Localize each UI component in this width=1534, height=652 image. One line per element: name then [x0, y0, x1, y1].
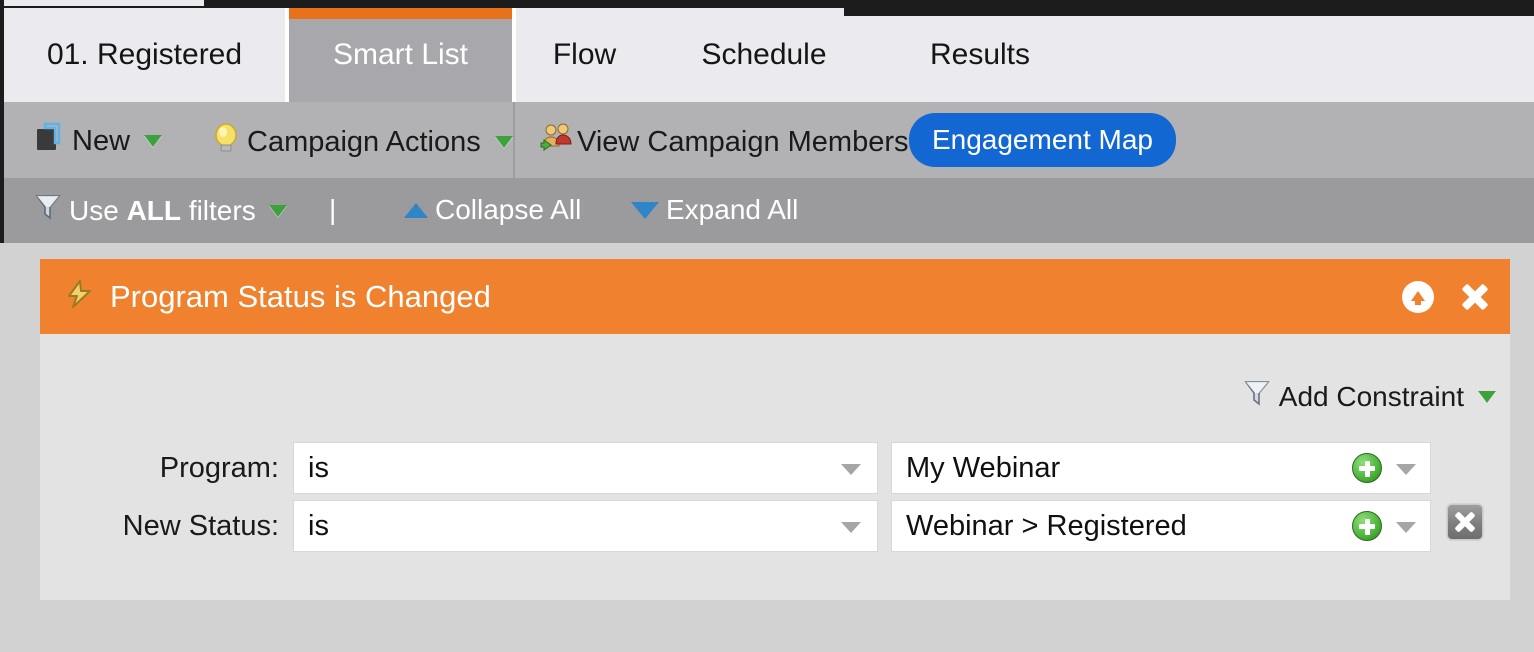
operator-value: is — [308, 510, 329, 543]
chevron-down-icon[interactable] — [495, 136, 513, 148]
add-value-icon[interactable] — [1352, 453, 1382, 483]
move-up-icon[interactable] — [1402, 281, 1434, 313]
campaign-toolbar: New Campaign Actions — [4, 102, 1534, 178]
engagement-map-button[interactable]: Engagement Map — [909, 113, 1176, 167]
tab-label: Flow — [553, 38, 616, 72]
engagement-map-label: Engagement Map — [932, 124, 1153, 156]
tab-01-registered[interactable]: 01. Registered — [4, 8, 285, 102]
operator-select-program[interactable]: is — [293, 442, 878, 494]
trigger-card: Program Status is Changed Add Constraint — [40, 259, 1510, 600]
trigger-card-header-actions — [1402, 259, 1492, 334]
constraint-row-label: New Status: — [40, 500, 293, 552]
operator-select-new-status[interactable]: is — [293, 500, 878, 552]
use-filters-prefix: Use — [69, 195, 127, 226]
campaign-actions-button[interactable]: Campaign Actions — [213, 122, 513, 162]
triangle-down-icon — [631, 202, 659, 219]
view-campaign-members-button[interactable]: View Campaign Members — [540, 122, 909, 162]
campaign-actions-label: Campaign Actions — [247, 126, 481, 159]
add-constraint-label: Add Constraint — [1279, 381, 1464, 413]
new-button[interactable]: New — [36, 122, 162, 160]
new-button-label: New — [72, 125, 130, 158]
trigger-card-title: Program Status is Changed — [110, 279, 491, 315]
chevron-down-icon — [1396, 522, 1416, 533]
toolbar-divider — [513, 102, 515, 178]
tab-bar: 01. Registered Smart List Flow Schedule … — [4, 8, 1534, 102]
chevron-down-icon — [1396, 464, 1416, 475]
chevron-down-icon — [841, 522, 861, 533]
use-filters-strong: ALL — [127, 195, 181, 226]
constraint-rows: Program: is My Webinar New Status: — [40, 442, 1510, 558]
view-campaign-members-label: View Campaign Members — [577, 126, 909, 159]
window-top-strip — [0, 0, 1534, 8]
collapse-all-button[interactable]: Collapse All — [404, 194, 581, 226]
tab-active-indicator — [289, 8, 512, 19]
add-value-icon[interactable] — [1352, 511, 1382, 541]
value-text: Webinar > Registered — [906, 510, 1187, 543]
triangle-up-icon — [404, 203, 428, 218]
tab-label: Results — [930, 38, 1030, 72]
close-icon[interactable] — [1458, 280, 1492, 314]
window-top-strip-gap — [0, 0, 204, 6]
constraint-row-label: Program: — [40, 442, 293, 494]
use-all-filters-button[interactable]: Use ALL filters — [34, 192, 287, 229]
use-filters-suffix: filters — [181, 195, 256, 226]
chevron-down-icon — [841, 464, 861, 475]
filter-toolbar: Use ALL filters | Collapse All Expand Al… — [4, 178, 1534, 243]
funnel-icon — [34, 192, 62, 229]
tab-results[interactable]: Results — [875, 8, 1085, 102]
expand-all-label: Expand All — [666, 194, 798, 226]
value-text: My Webinar — [906, 452, 1060, 485]
funnel-icon — [1243, 378, 1271, 415]
tab-label: Smart List — [333, 38, 468, 72]
trigger-card-header: Program Status is Changed — [40, 259, 1510, 334]
value-select-program[interactable]: My Webinar — [891, 442, 1431, 494]
new-page-icon — [36, 122, 64, 160]
tab-schedule[interactable]: Schedule — [653, 8, 875, 102]
campaign-members-icon — [540, 122, 574, 162]
tab-smart-list[interactable]: Smart List — [289, 8, 512, 102]
lightbulb-icon — [213, 122, 239, 162]
constraint-row: Program: is My Webinar — [40, 442, 1510, 500]
collapse-all-label: Collapse All — [435, 194, 581, 226]
chevron-down-icon[interactable] — [144, 135, 162, 147]
trigger-lightning-icon — [62, 278, 96, 315]
chevron-down-icon[interactable] — [269, 205, 287, 217]
trigger-card-body: Add Constraint Program: is My Webinar — [40, 334, 1510, 600]
constraint-row: New Status: is Webinar > Registered — [40, 500, 1510, 558]
chevron-down-icon[interactable] — [1478, 391, 1496, 403]
tab-flow[interactable]: Flow — [516, 8, 653, 102]
use-all-filters-label: Use ALL filters — [69, 195, 256, 227]
remove-constraint-button[interactable] — [1447, 504, 1483, 540]
app-root: 01. Registered Smart List Flow Schedule … — [0, 0, 1534, 652]
value-select-new-status[interactable]: Webinar > Registered — [891, 500, 1431, 552]
tab-label: Schedule — [701, 38, 826, 72]
expand-all-button[interactable]: Expand All — [631, 194, 798, 226]
operator-value: is — [308, 452, 329, 485]
tab-label: 01. Registered — [47, 38, 242, 72]
filter-divider: | — [329, 194, 336, 226]
add-constraint-button[interactable]: Add Constraint — [1243, 378, 1496, 415]
